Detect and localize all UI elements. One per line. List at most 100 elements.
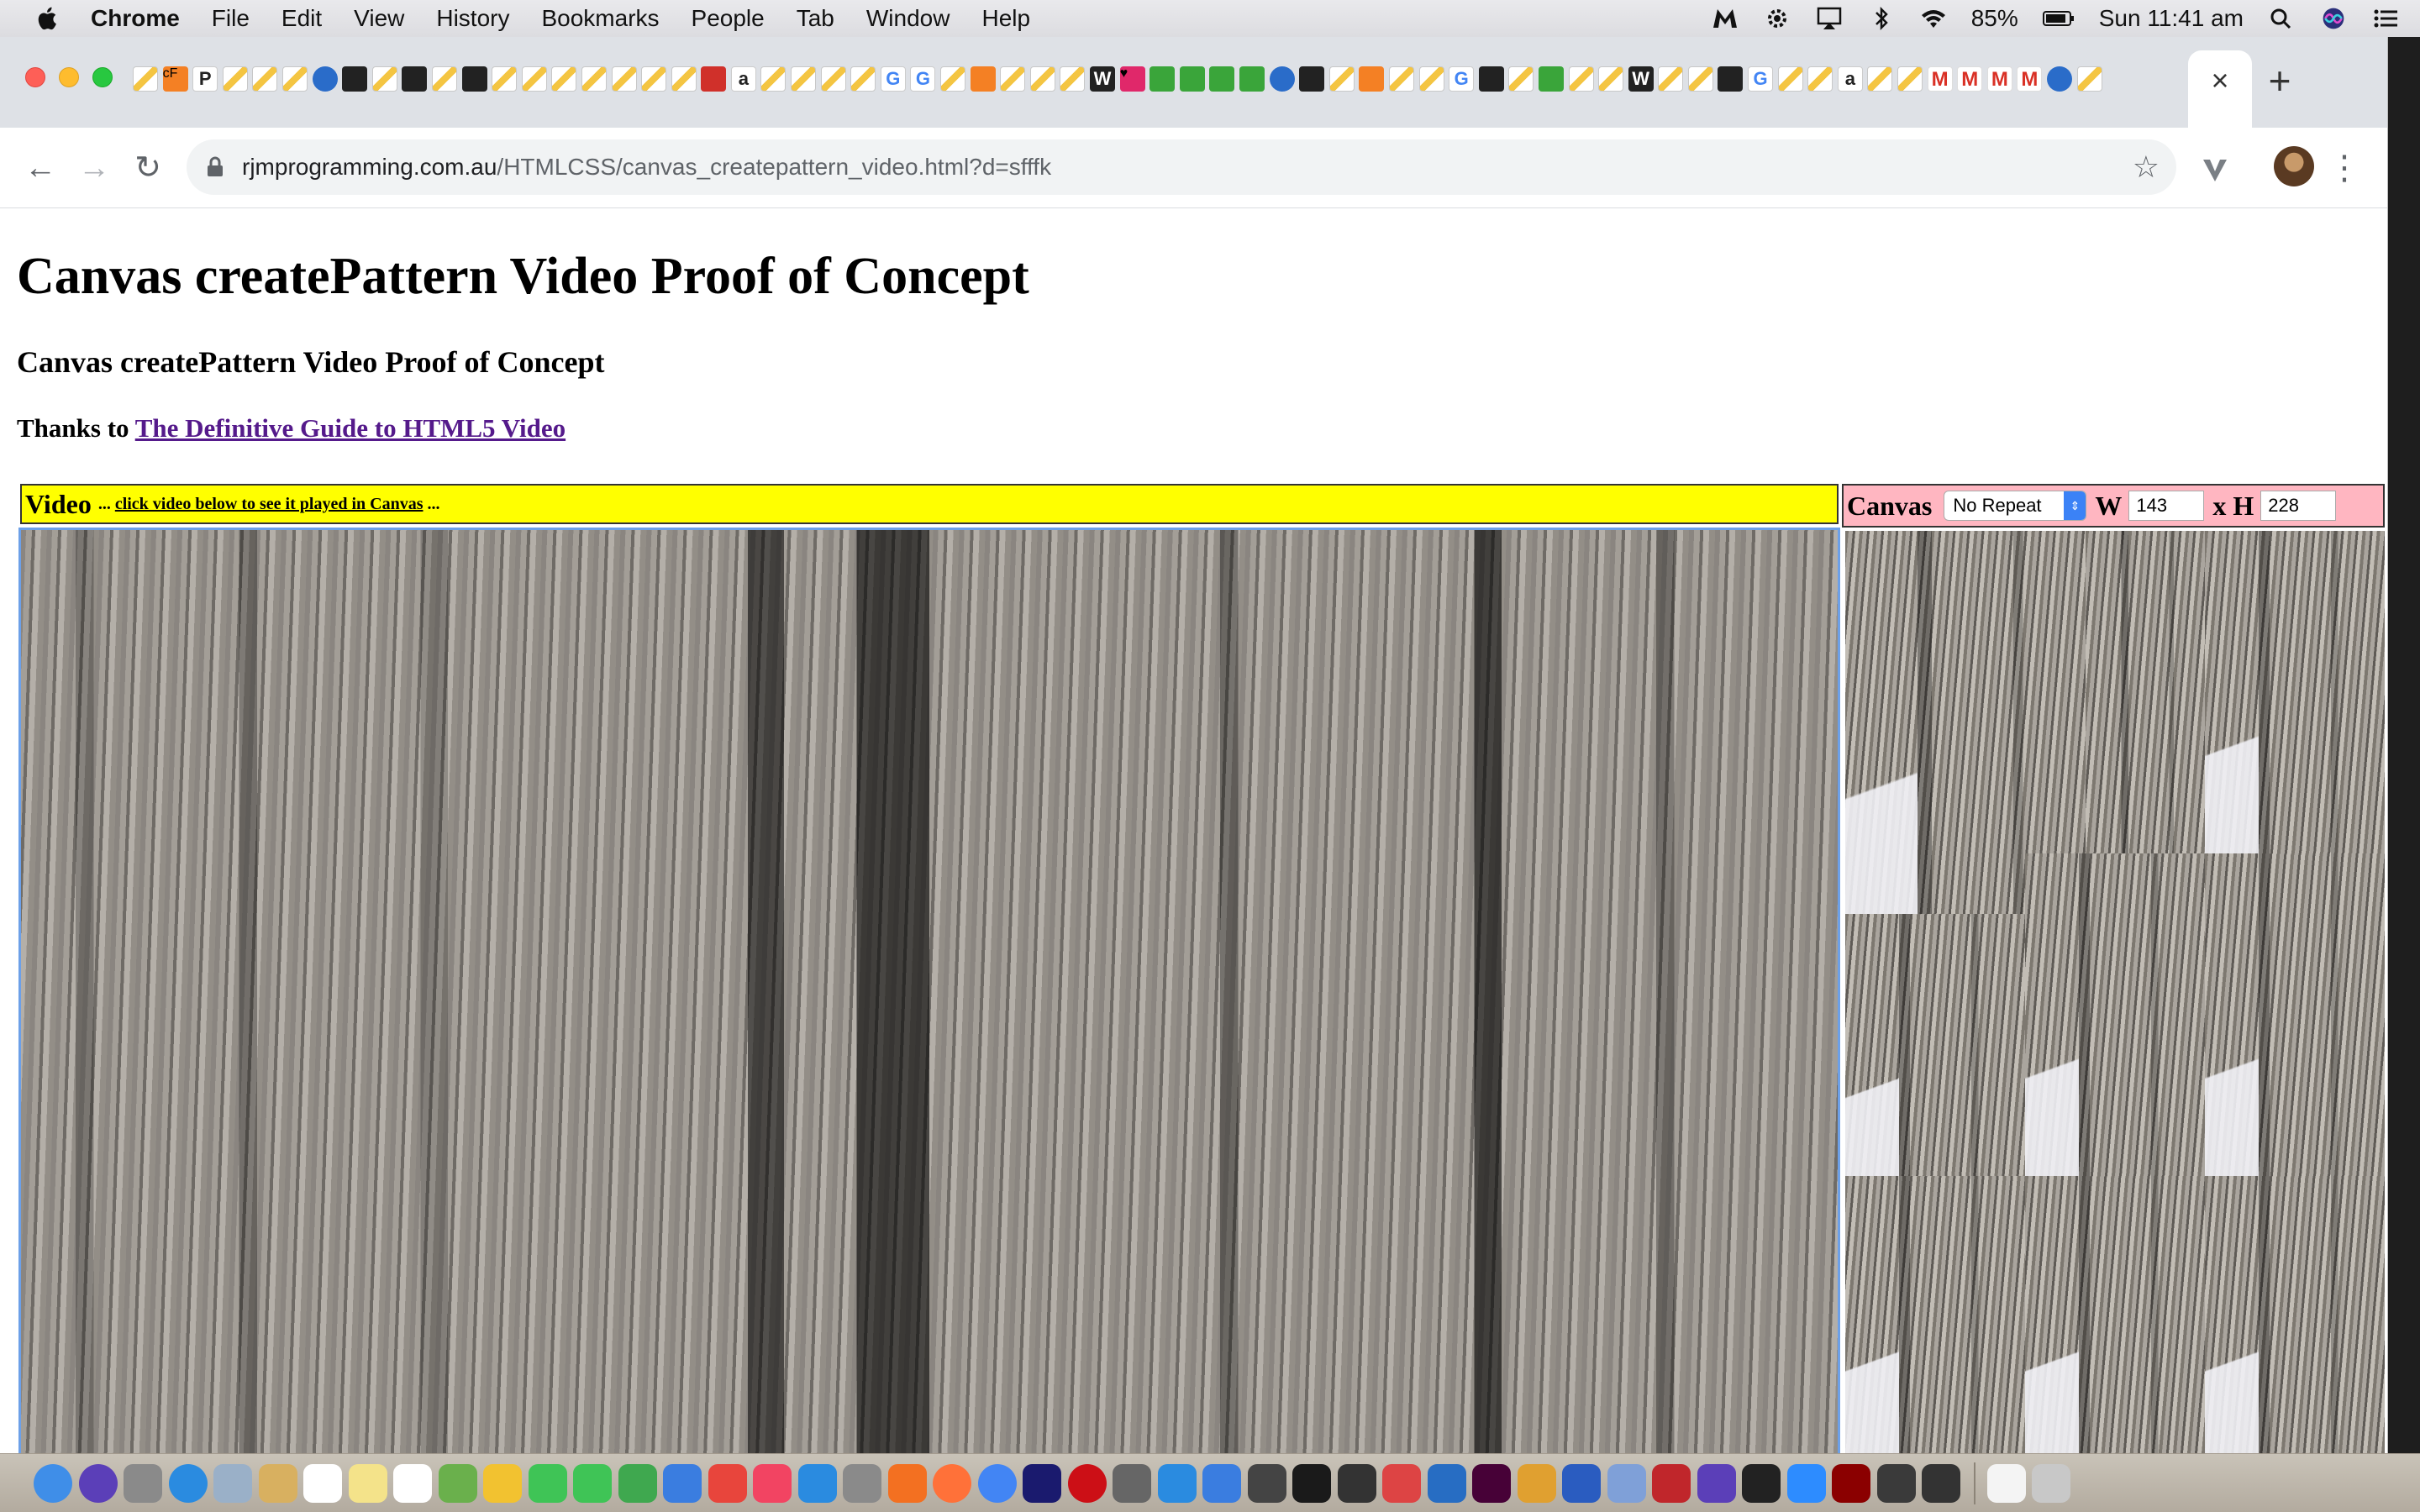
thanks-link[interactable]: The Definitive Guide to HTML5 Video xyxy=(135,413,566,443)
gmail-favicon-icon[interactable]: M xyxy=(1986,66,2012,92)
bookmark-favicon-icon[interactable] xyxy=(1658,66,1684,92)
bookmark-favicon-icon[interactable] xyxy=(820,66,846,92)
window-zoom-button[interactable] xyxy=(92,67,113,87)
bookmark-favicon-icon[interactable] xyxy=(760,66,786,92)
inkscape-dock-icon[interactable] xyxy=(1337,1464,1376,1503)
reload-button[interactable]: ↻ xyxy=(126,146,170,190)
green-favicon-icon[interactable] xyxy=(1150,66,1176,92)
dark-favicon-icon[interactable] xyxy=(1718,66,1744,92)
bookmark-favicon-icon[interactable] xyxy=(1897,66,1923,92)
photos-dock-icon[interactable] xyxy=(483,1464,522,1503)
back-button[interactable]: ← xyxy=(18,146,62,190)
tab-close-icon[interactable]: × xyxy=(2203,64,2237,97)
google-favicon-icon[interactable]: G xyxy=(910,66,936,92)
app-dock-icon[interactable] xyxy=(1607,1464,1646,1503)
terminal-dock-icon[interactable] xyxy=(1292,1464,1331,1503)
menu-app-chrome[interactable]: Chrome xyxy=(91,5,180,32)
url-text[interactable]: rjmprogramming.com.au/HTMLCSS/canvas_cre… xyxy=(242,139,1051,195)
w-favicon-icon[interactable]: W xyxy=(1628,66,1654,92)
bookmark-favicon-icon[interactable] xyxy=(611,66,637,92)
firefox-dock-icon[interactable] xyxy=(933,1464,971,1503)
filezilla-dock-icon[interactable] xyxy=(1652,1464,1691,1503)
dark-favicon-icon[interactable] xyxy=(461,66,487,92)
app-dock-icon[interactable] xyxy=(1922,1464,1960,1503)
google-favicon-icon[interactable]: G xyxy=(1748,66,1774,92)
zoom-dock-icon[interactable] xyxy=(1786,1464,1826,1503)
airplay-icon[interactable] xyxy=(1815,6,1844,31)
dark-favicon-icon[interactable] xyxy=(402,66,428,92)
battery-icon[interactable] xyxy=(2042,6,2075,31)
spotlight-search-icon[interactable] xyxy=(2267,6,2296,31)
bookmark-favicon-icon[interactable] xyxy=(1029,66,1055,92)
google-favicon-icon[interactable]: G xyxy=(1449,66,1475,92)
appstore-dock-icon[interactable] xyxy=(797,1464,837,1503)
lock-icon[interactable] xyxy=(205,156,225,178)
r-dock-icon[interactable] xyxy=(1427,1464,1466,1503)
extension-icon[interactable] xyxy=(2198,153,2232,186)
apple-icon[interactable] xyxy=(34,4,62,33)
menubar-clock[interactable]: Sun 11:41 am xyxy=(2099,5,2244,32)
gmail-favicon-icon[interactable]: M xyxy=(2017,66,2043,92)
window-close-button[interactable] xyxy=(25,67,45,87)
bookmark-favicon-icon[interactable] xyxy=(521,66,547,92)
pattern-canvas[interactable] xyxy=(1845,531,2385,1453)
menu-help[interactable]: Help xyxy=(981,5,1030,32)
bookmark-favicon-icon[interactable] xyxy=(431,66,457,92)
menu-edit[interactable]: Edit xyxy=(281,5,322,32)
stackoverflow-favicon-icon[interactable] xyxy=(970,66,996,92)
app-dock-icon[interactable] xyxy=(1517,1464,1556,1503)
cf-favicon-icon[interactable]: cF xyxy=(162,66,188,92)
notes-dock-icon[interactable] xyxy=(258,1464,297,1503)
opera-dock-icon[interactable] xyxy=(1067,1464,1107,1503)
documents-dock-icon[interactable] xyxy=(1986,1464,2026,1503)
menu-bookmarks[interactable]: Bookmarks xyxy=(541,5,659,32)
edge-favicon-icon[interactable] xyxy=(312,66,338,92)
forward-button[interactable]: → xyxy=(72,146,116,190)
window-minimize-button[interactable] xyxy=(59,67,79,87)
app-dock-icon[interactable] xyxy=(1247,1464,1286,1503)
safari-dock-icon[interactable] xyxy=(168,1464,208,1503)
bookmark-favicon-icon[interactable] xyxy=(281,66,308,92)
bluetooth-icon[interactable] xyxy=(1867,6,1896,31)
numbers-dock-icon[interactable] xyxy=(618,1464,657,1503)
news-dock-icon[interactable] xyxy=(708,1464,747,1503)
bookmark-favicon-icon[interactable] xyxy=(1777,66,1803,92)
bookmark-favicon-icon[interactable] xyxy=(1418,66,1444,92)
app-dock-icon[interactable] xyxy=(1876,1464,1916,1503)
music-dock-icon[interactable] xyxy=(753,1464,792,1503)
app-dock-icon[interactable] xyxy=(887,1464,927,1503)
bookmark-favicon-icon[interactable] xyxy=(2076,66,2102,92)
bookmark-star-icon[interactable]: ☆ xyxy=(2133,150,2160,185)
bookmark-favicon-icon[interactable] xyxy=(671,66,697,92)
green-favicon-icon[interactable] xyxy=(1538,66,1564,92)
gmail-favicon-icon[interactable]: M xyxy=(1957,66,1983,92)
siri-icon[interactable] xyxy=(2319,6,2348,31)
bookmark-favicon-icon[interactable] xyxy=(222,66,248,92)
bookmark-favicon-icon[interactable] xyxy=(1328,66,1355,92)
amazon-favicon-icon[interactable]: a xyxy=(730,66,756,92)
google-favicon-icon[interactable]: G xyxy=(880,66,906,92)
amazon-favicon-icon[interactable]: a xyxy=(1837,66,1863,92)
maps-dock-icon[interactable] xyxy=(438,1464,477,1503)
bookmark-favicon-icon[interactable] xyxy=(1598,66,1624,92)
wood-grain-video[interactable] xyxy=(18,528,1840,1453)
app-dock-icon[interactable] xyxy=(1742,1464,1781,1503)
bookmark-favicon-icon[interactable] xyxy=(133,66,158,92)
bookmark-favicon-icon[interactable] xyxy=(791,66,817,92)
siri-dock-icon[interactable] xyxy=(78,1464,118,1503)
bookmark-favicon-icon[interactable] xyxy=(1508,66,1534,92)
bookmark-favicon-icon[interactable] xyxy=(371,66,397,92)
finder-dock-icon[interactable] xyxy=(34,1464,72,1503)
bookmark-favicon-icon[interactable] xyxy=(1807,66,1833,92)
menu-view[interactable]: View xyxy=(354,5,404,32)
chess-favicon-icon[interactable] xyxy=(342,66,368,92)
bookmark-favicon-icon[interactable] xyxy=(1867,66,1893,92)
bookmark-favicon-icon[interactable] xyxy=(1000,66,1026,92)
gear-badge-icon[interactable] xyxy=(1763,6,1791,31)
bookmark-favicon-icon[interactable] xyxy=(940,66,966,92)
magento-favicon-icon[interactable] xyxy=(701,66,727,92)
flash-dock-icon[interactable] xyxy=(1832,1464,1870,1503)
menu-people[interactable]: People xyxy=(692,5,765,32)
green-favicon-icon[interactable] xyxy=(1179,66,1205,92)
bookmark-favicon-icon[interactable] xyxy=(850,66,876,92)
